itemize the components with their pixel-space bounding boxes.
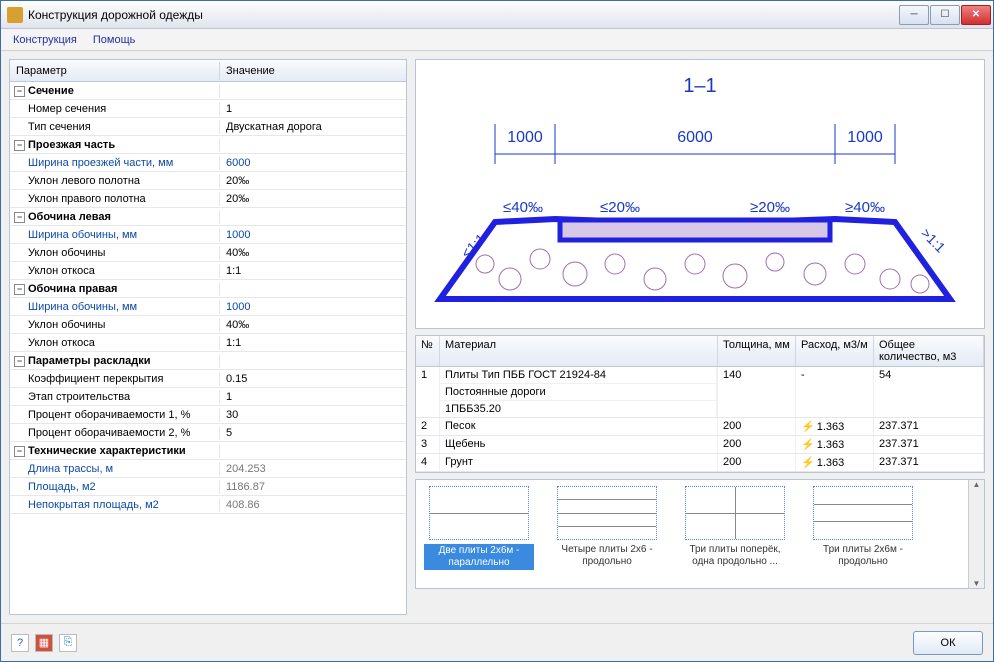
app-window: Конструкция дорожной одежды Конструкция … [0, 0, 994, 662]
row-stage[interactable]: Этап строительства1 [10, 388, 406, 406]
thumbnail-scrollbar[interactable]: ▲▼ [968, 480, 984, 588]
row-area[interactable]: Площадь, м21186.87 [10, 478, 406, 496]
group-shoulder-right[interactable]: −Обочина правая [10, 280, 406, 298]
thumb-three-plates[interactable]: Три плиты 2х6м - продольно [808, 486, 918, 568]
menu-help[interactable]: Помощь [85, 32, 144, 48]
svg-text:>1:1: >1:1 [918, 225, 949, 256]
collapse-icon: − [14, 284, 25, 295]
svg-text:1000: 1000 [507, 129, 543, 146]
table-row[interactable]: 4Грунт200⚡1.363237.371 [416, 454, 984, 472]
row-coef[interactable]: Коэффициент перекрытия0.15 [10, 370, 406, 388]
app-icon [7, 7, 23, 23]
export-icon[interactable]: ⎘ [59, 634, 77, 652]
svg-text:≤20‰: ≤20‰ [600, 199, 640, 216]
thumb-icon [429, 486, 529, 540]
materials-table: № Материал Толщина, мм Расход, м3/м Обще… [415, 335, 985, 473]
row-shoulderR-width[interactable]: Ширина обочины, мм1000 [10, 298, 406, 316]
svg-text:≥40‰: ≥40‰ [845, 199, 885, 216]
thumb-icon [813, 486, 913, 540]
menu-construction[interactable]: Конструкция [5, 32, 85, 48]
row-roadway-width[interactable]: Ширина проезжей части, мм6000 [10, 154, 406, 172]
bolt-icon: ⚡ [801, 439, 815, 451]
thumb-two-plates-parallel[interactable]: Две плиты 2х6м - параллельно [424, 486, 534, 570]
row-shoulderR-cut[interactable]: Уклон откоса1:1 [10, 334, 406, 352]
row-uncovered[interactable]: Непокрытая площадь, м2408.86 [10, 496, 406, 514]
scroll-down-icon[interactable]: ▼ [973, 579, 981, 588]
cross-section-drawing: 1–1 1000 6000 1000 ≤40‰ ≤20‰ ≥2 [415, 59, 985, 329]
minimize-button[interactable] [899, 5, 929, 25]
collapse-icon: − [14, 140, 25, 151]
close-button[interactable] [961, 5, 991, 25]
svg-text:1–1: 1–1 [683, 75, 716, 97]
window-title: Конструкция дорожной одежды [28, 8, 898, 22]
bolt-icon: ⚡ [801, 457, 815, 469]
ok-button[interactable]: ОК [913, 631, 983, 655]
thumb-icon [557, 486, 657, 540]
col-parameter: Параметр [10, 62, 220, 80]
group-tech[interactable]: −Технические характеристики [10, 442, 406, 460]
maximize-button[interactable] [930, 5, 960, 25]
property-grid: Параметр Значение −Сечение Номер сечения… [9, 59, 407, 615]
row-slope-right[interactable]: Уклон правого полотна20‰ [10, 190, 406, 208]
bottom-toolbar: ? ▦ ⎘ ОК [1, 623, 993, 661]
col-value: Значение [220, 62, 281, 80]
table-row[interactable]: 3Щебень200⚡1.363237.371 [416, 436, 984, 454]
svg-text:6000: 6000 [677, 129, 713, 146]
collapse-icon: − [14, 212, 25, 223]
row-shoulderL-slope[interactable]: Уклон обочины40‰ [10, 244, 406, 262]
report-icon[interactable]: ▦ [35, 634, 53, 652]
thumb-icon [685, 486, 785, 540]
section-svg: 1–1 1000 6000 1000 ≤40‰ ≤20‰ ≥2 [425, 64, 975, 324]
group-layout[interactable]: −Параметры раскладки [10, 352, 406, 370]
group-shoulder-left[interactable]: −Обочина левая [10, 208, 406, 226]
thumb-four-plates[interactable]: Четыре плиты 2х6 - продольно [552, 486, 662, 568]
row-shoulderL-cut[interactable]: Уклон откоса1:1 [10, 262, 406, 280]
row-slope-left[interactable]: Уклон левого полотна20‰ [10, 172, 406, 190]
row-shoulderR-slope[interactable]: Уклон обочины40‰ [10, 316, 406, 334]
table-row[interactable]: 2Песок200⚡1.363237.371 [416, 418, 984, 436]
titlebar[interactable]: Конструкция дорожной одежды [1, 1, 993, 29]
row-section-number[interactable]: Номер сечения1 [10, 100, 406, 118]
table-row[interactable]: 1 Плиты Тип ПББ ГОСТ 21924-84 Постоянные… [416, 367, 984, 418]
group-section[interactable]: −Сечение [10, 82, 406, 100]
row-length[interactable]: Длина трассы, м204.253 [10, 460, 406, 478]
help-icon[interactable]: ? [11, 634, 29, 652]
thumb-three-across-one-along[interactable]: Три плиты поперёк, одна продольно ... [680, 486, 790, 568]
svg-text:≥20‰: ≥20‰ [750, 199, 790, 216]
scroll-up-icon[interactable]: ▲ [973, 480, 981, 489]
property-grid-header: Параметр Значение [10, 60, 406, 82]
row-pct1[interactable]: Процент оборачиваемости 1, %30 [10, 406, 406, 424]
row-pct2[interactable]: Процент оборачиваемости 2, %5 [10, 424, 406, 442]
collapse-icon: − [14, 86, 25, 97]
group-roadway[interactable]: −Проезжая часть [10, 136, 406, 154]
menubar: Конструкция Помощь [1, 29, 993, 51]
materials-header: № Материал Толщина, мм Расход, м3/м Обще… [416, 336, 984, 367]
row-shoulderL-width[interactable]: Ширина обочины, мм1000 [10, 226, 406, 244]
collapse-icon: − [14, 356, 25, 367]
row-section-type[interactable]: Тип сеченияДвускатная дорога [10, 118, 406, 136]
layout-thumbnails: Две плиты 2х6м - параллельно Четыре плит… [415, 479, 985, 589]
collapse-icon: − [14, 446, 25, 457]
svg-text:≤40‰: ≤40‰ [503, 199, 543, 216]
bolt-icon: ⚡ [801, 421, 815, 433]
svg-text:1000: 1000 [847, 129, 883, 146]
